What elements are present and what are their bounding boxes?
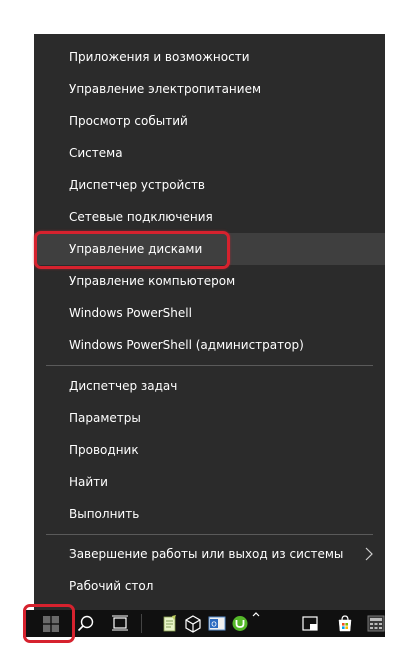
menu-item-computer-management[interactable]: Управление компьютером: [34, 265, 385, 297]
menu-item-search[interactable]: Найти: [34, 466, 385, 498]
menu-item-label: Проводник: [69, 443, 139, 457]
menu-item-device-manager[interactable]: Диспетчер устройств: [34, 169, 385, 201]
menu-item-label: Завершение работы или выход из системы: [69, 547, 344, 561]
menu-item-settings[interactable]: Параметры: [34, 402, 385, 434]
menu-item-file-explorer[interactable]: Проводник: [34, 434, 385, 466]
notepad-icon[interactable]: [159, 613, 181, 634]
box-3d-icon[interactable]: [182, 613, 204, 634]
menu-separator: [46, 534, 373, 535]
menu-item-label: Найти: [69, 475, 108, 489]
menu-item-power-options[interactable]: Управление электропитанием: [34, 73, 385, 105]
calculator-icon[interactable]: [365, 613, 387, 634]
menu-item-label: Диспетчер устройств: [69, 178, 206, 192]
menu-item-event-viewer[interactable]: Просмотр событий: [34, 105, 385, 137]
menu-item-label: Управление электропитанием: [69, 82, 261, 96]
winx-context-menu: Приложения и возможности Управление элек…: [34, 34, 385, 610]
search-icon[interactable]: [75, 613, 97, 634]
menu-item-desktop[interactable]: Рабочий стол: [34, 570, 385, 602]
taskbar-divider: [141, 614, 142, 633]
menu-item-run[interactable]: Выполнить: [34, 498, 385, 530]
overflow-icon[interactable]: [251, 612, 261, 622]
menu-item-label: Сетевые подключения: [69, 210, 213, 224]
menu-item-label: Приложения и возможности: [69, 50, 250, 64]
outlook-icon[interactable]: O: [206, 613, 228, 634]
menu-item-apps-features[interactable]: Приложения и возможности: [34, 41, 385, 73]
menu-item-label: Windows PowerShell (администратор): [69, 338, 304, 352]
menu-item-label: Выполнить: [69, 507, 140, 521]
svg-text:O: O: [211, 621, 217, 629]
menu-item-system[interactable]: Система: [34, 137, 385, 169]
utorrent-icon[interactable]: [229, 613, 251, 634]
menu-item-label: Рабочий стол: [69, 579, 154, 593]
chevron-right-icon: [365, 547, 373, 561]
menu-item-label: Система: [69, 146, 123, 160]
menu-item-network-connections[interactable]: Сетевые подключения: [34, 201, 385, 233]
menu-item-label: Windows PowerShell: [69, 306, 192, 320]
menu-item-powershell[interactable]: Windows PowerShell: [34, 297, 385, 329]
menu-item-label: Управление компьютером: [69, 274, 236, 288]
taskbar: O: [23, 610, 385, 637]
app-icon[interactable]: [299, 613, 321, 634]
task-view-icon[interactable]: [109, 613, 131, 634]
menu-item-task-manager[interactable]: Диспетчер задач: [34, 370, 385, 402]
menu-separator: [46, 365, 373, 366]
start-button-highlight: [23, 604, 75, 643]
menu-item-label: Параметры: [69, 411, 141, 425]
disk-management-highlight: [34, 231, 230, 269]
store-icon[interactable]: [334, 613, 356, 634]
menu-item-shutdown-signout[interactable]: Завершение работы или выход из системы: [34, 538, 385, 570]
menu-item-label: Диспетчер задач: [69, 379, 178, 393]
menu-item-label: Просмотр событий: [69, 114, 188, 128]
menu-item-powershell-admin[interactable]: Windows PowerShell (администратор): [34, 329, 385, 361]
